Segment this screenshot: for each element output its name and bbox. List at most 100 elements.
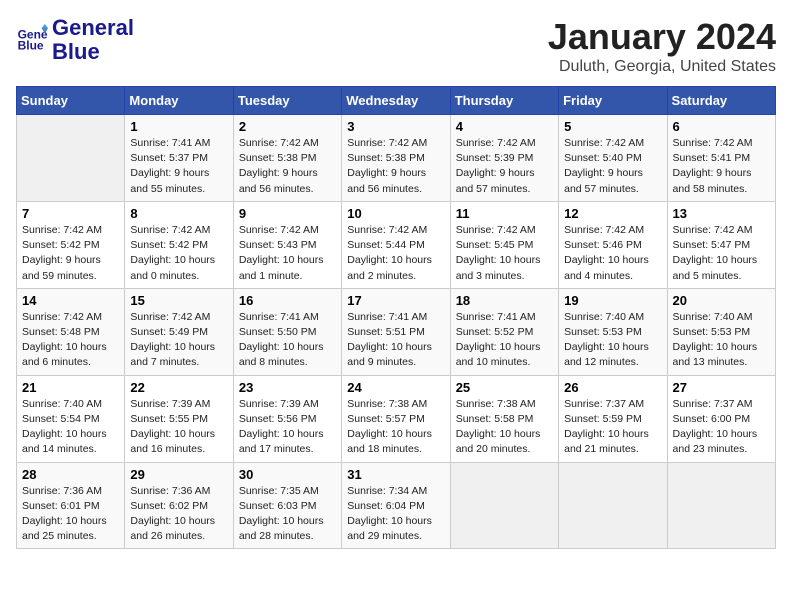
- day-number: 15: [130, 293, 227, 308]
- day-info: Sunrise: 7:42 AMSunset: 5:42 PMDaylight:…: [22, 223, 119, 284]
- calendar-cell: 9Sunrise: 7:42 AMSunset: 5:43 PMDaylight…: [233, 201, 341, 288]
- day-number: 17: [347, 293, 444, 308]
- day-number: 22: [130, 380, 227, 395]
- day-number: 10: [347, 206, 444, 221]
- logo: General Blue General Blue: [16, 16, 134, 64]
- calendar-cell: 3Sunrise: 7:42 AMSunset: 5:38 PMDaylight…: [342, 115, 450, 202]
- day-number: 30: [239, 467, 336, 482]
- day-number: 14: [22, 293, 119, 308]
- svg-text:Blue: Blue: [18, 39, 44, 53]
- week-row-2: 7 Sunrise: 7:42 AMSunset: 5:42 PMDaylight…: [17, 201, 776, 288]
- calendar-cell: 17Sunrise: 7:41 AMSunset: 5:51 PMDayligh…: [342, 288, 450, 375]
- calendar-cell: 19 Sunrise: 7:40 AMSunset: 5:53 PMDayligh…: [559, 288, 667, 375]
- calendar-cell: 6 Sunrise: 7:42 AMSunset: 5:41 PMDaylight…: [667, 115, 775, 202]
- day-info: Sunrise: 7:42 AMSunset: 5:40 PMDaylight:…: [564, 136, 661, 197]
- calendar-table: SundayMondayTuesdayWednesdayThursdayFrid…: [16, 86, 776, 549]
- logo-icon: General Blue: [16, 24, 48, 56]
- day-info: Sunrise: 7:42 AMSunset: 5:39 PMDaylight:…: [456, 136, 553, 197]
- column-headers: SundayMondayTuesdayWednesdayThursdayFrid…: [17, 87, 776, 115]
- calendar-cell: 7 Sunrise: 7:42 AMSunset: 5:42 PMDaylight…: [17, 201, 125, 288]
- day-info: Sunrise: 7:42 AMSunset: 5:49 PMDaylight:…: [130, 310, 227, 371]
- calendar-cell: 23 Sunrise: 7:39 AMSunset: 5:56 PMDayligh…: [233, 375, 341, 462]
- day-info: Sunrise: 7:36 AMSunset: 6:01 PMDaylight:…: [22, 484, 119, 545]
- calendar-cell: [450, 462, 558, 549]
- calendar-cell: 18Sunrise: 7:41 AMSunset: 5:52 PMDayligh…: [450, 288, 558, 375]
- day-number: 16: [239, 293, 336, 308]
- calendar-cell: [17, 115, 125, 202]
- week-row-4: 21 Sunrise: 7:40 AMSunset: 5:54 PMDayligh…: [17, 375, 776, 462]
- day-info: Sunrise: 7:36 AMSunset: 6:02 PMDaylight:…: [130, 484, 227, 545]
- day-number: 31: [347, 467, 444, 482]
- day-info: Sunrise: 7:42 AMSunset: 5:41 PMDaylight:…: [673, 136, 770, 197]
- day-number: 11: [456, 206, 553, 221]
- day-info: Sunrise: 7:37 AMSunset: 5:59 PMDaylight:…: [564, 397, 661, 458]
- calendar-cell: 13Sunrise: 7:42 AMSunset: 5:47 PMDayligh…: [667, 201, 775, 288]
- day-number: 8: [130, 206, 227, 221]
- week-row-5: 28 Sunrise: 7:36 AMSunset: 6:01 PMDayligh…: [17, 462, 776, 549]
- day-number: 18: [456, 293, 553, 308]
- calendar-cell: 22 Sunrise: 7:39 AMSunset: 5:55 PMDayligh…: [125, 375, 233, 462]
- day-info: Sunrise: 7:42 AMSunset: 5:46 PMDaylight:…: [564, 223, 661, 284]
- calendar-cell: [559, 462, 667, 549]
- day-number: 7: [22, 206, 119, 221]
- calendar-cell: 15 Sunrise: 7:42 AMSunset: 5:49 PMDayligh…: [125, 288, 233, 375]
- day-number: 6: [673, 119, 770, 134]
- col-header-sunday: Sunday: [17, 87, 125, 115]
- col-header-wednesday: Wednesday: [342, 87, 450, 115]
- day-number: 3: [347, 119, 444, 134]
- calendar-cell: 20 Sunrise: 7:40 AMSunset: 5:53 PMDayligh…: [667, 288, 775, 375]
- calendar-cell: 29 Sunrise: 7:36 AMSunset: 6:02 PMDayligh…: [125, 462, 233, 549]
- calendar-cell: 16 Sunrise: 7:41 AMSunset: 5:50 PMDayligh…: [233, 288, 341, 375]
- calendar-cell: 1Sunrise: 7:41 AMSunset: 5:37 PMDaylight…: [125, 115, 233, 202]
- calendar-cell: 14 Sunrise: 7:42 AMSunset: 5:48 PMDayligh…: [17, 288, 125, 375]
- calendar-cell: 28 Sunrise: 7:36 AMSunset: 6:01 PMDayligh…: [17, 462, 125, 549]
- day-info: Sunrise: 7:38 AMSunset: 5:57 PMDaylight:…: [347, 397, 444, 458]
- header: General Blue General Blue January 2024 D…: [16, 16, 776, 76]
- title-area: January 2024 Duluth, Georgia, United Sta…: [548, 16, 776, 76]
- col-header-monday: Monday: [125, 87, 233, 115]
- day-info: Sunrise: 7:39 AMSunset: 5:55 PMDaylight:…: [130, 397, 227, 458]
- day-number: 19: [564, 293, 661, 308]
- calendar-cell: 5Sunrise: 7:42 AMSunset: 5:40 PMDaylight…: [559, 115, 667, 202]
- calendar-cell: 27 Sunrise: 7:37 AMSunset: 6:00 PMDayligh…: [667, 375, 775, 462]
- day-number: 21: [22, 380, 119, 395]
- col-header-tuesday: Tuesday: [233, 87, 341, 115]
- calendar-cell: 12 Sunrise: 7:42 AMSunset: 5:46 PMDayligh…: [559, 201, 667, 288]
- logo-text: General Blue: [52, 16, 134, 64]
- day-info: Sunrise: 7:42 AMSunset: 5:48 PMDaylight:…: [22, 310, 119, 371]
- day-number: 12: [564, 206, 661, 221]
- day-info: Sunrise: 7:40 AMSunset: 5:54 PMDaylight:…: [22, 397, 119, 458]
- calendar-cell: 2 Sunrise: 7:42 AMSunset: 5:38 PMDaylight…: [233, 115, 341, 202]
- col-header-saturday: Saturday: [667, 87, 775, 115]
- calendar-cell: 26 Sunrise: 7:37 AMSunset: 5:59 PMDayligh…: [559, 375, 667, 462]
- calendar-subtitle: Duluth, Georgia, United States: [548, 58, 776, 76]
- calendar-cell: 30 Sunrise: 7:35 AMSunset: 6:03 PMDayligh…: [233, 462, 341, 549]
- day-info: Sunrise: 7:35 AMSunset: 6:03 PMDaylight:…: [239, 484, 336, 545]
- col-header-thursday: Thursday: [450, 87, 558, 115]
- calendar-cell: 31 Sunrise: 7:34 AMSunset: 6:04 PMDayligh…: [342, 462, 450, 549]
- day-number: 23: [239, 380, 336, 395]
- day-number: 26: [564, 380, 661, 395]
- day-info: Sunrise: 7:40 AMSunset: 5:53 PMDaylight:…: [673, 310, 770, 371]
- calendar-cell: [667, 462, 775, 549]
- day-info: Sunrise: 7:42 AMSunset: 5:42 PMDaylight:…: [130, 223, 227, 284]
- day-info: Sunrise: 7:34 AMSunset: 6:04 PMDaylight:…: [347, 484, 444, 545]
- calendar-cell: 10Sunrise: 7:42 AMSunset: 5:44 PMDayligh…: [342, 201, 450, 288]
- calendar-cell: 24 Sunrise: 7:38 AMSunset: 5:57 PMDayligh…: [342, 375, 450, 462]
- day-info: Sunrise: 7:40 AMSunset: 5:53 PMDaylight:…: [564, 310, 661, 371]
- day-info: Sunrise: 7:42 AMSunset: 5:45 PMDaylight:…: [456, 223, 553, 284]
- day-info: Sunrise: 7:39 AMSunset: 5:56 PMDaylight:…: [239, 397, 336, 458]
- day-info: Sunrise: 7:41 AMSunset: 5:50 PMDaylight:…: [239, 310, 336, 371]
- day-number: 28: [22, 467, 119, 482]
- day-info: Sunrise: 7:37 AMSunset: 6:00 PMDaylight:…: [673, 397, 770, 458]
- day-number: 2: [239, 119, 336, 134]
- day-info: Sunrise: 7:42 AMSunset: 5:47 PMDaylight:…: [673, 223, 770, 284]
- calendar-title: January 2024: [548, 16, 776, 58]
- day-number: 20: [673, 293, 770, 308]
- calendar-cell: 21 Sunrise: 7:40 AMSunset: 5:54 PMDayligh…: [17, 375, 125, 462]
- day-info: Sunrise: 7:42 AMSunset: 5:38 PMDaylight:…: [239, 136, 336, 197]
- day-number: 27: [673, 380, 770, 395]
- day-number: 24: [347, 380, 444, 395]
- day-number: 1: [130, 119, 227, 134]
- day-number: 29: [130, 467, 227, 482]
